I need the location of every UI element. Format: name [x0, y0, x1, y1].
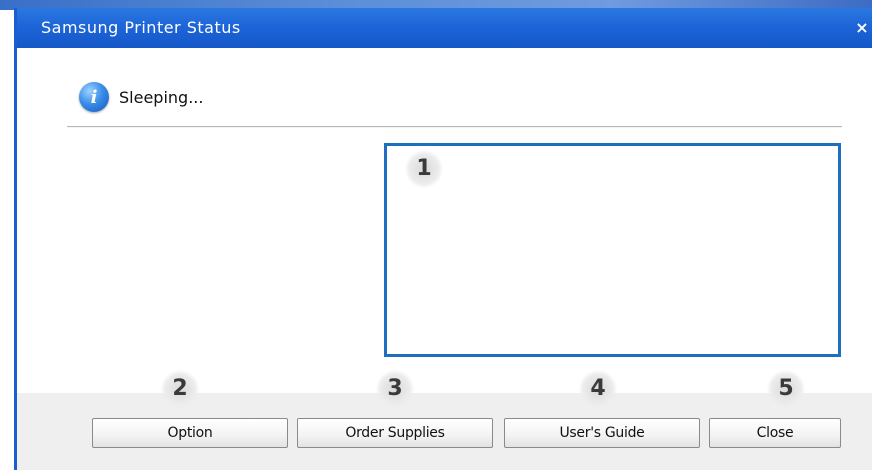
divider: [67, 126, 842, 128]
callout-4: 4: [579, 370, 617, 408]
title-bar[interactable]: Samsung Printer Status ×: [17, 8, 872, 48]
info-icon: i: [79, 82, 109, 112]
callout-1: 1: [405, 150, 443, 188]
order-supplies-button[interactable]: Order Supplies: [297, 418, 493, 448]
callout-2: 2: [161, 370, 199, 408]
callout-3: 3: [376, 370, 414, 408]
printer-status-window: Samsung Printer Status × i Sleeping... 1…: [14, 8, 872, 470]
option-button[interactable]: Option: [92, 418, 288, 448]
window-title: Samsung Printer Status: [41, 18, 241, 37]
message-area: [384, 143, 841, 357]
close-icon[interactable]: ×: [854, 20, 870, 36]
status-row: i Sleeping...: [79, 82, 203, 112]
users-guide-button[interactable]: User's Guide: [504, 418, 700, 448]
callout-5: 5: [767, 370, 805, 408]
status-text: Sleeping...: [119, 87, 204, 107]
close-button[interactable]: Close: [709, 418, 841, 448]
